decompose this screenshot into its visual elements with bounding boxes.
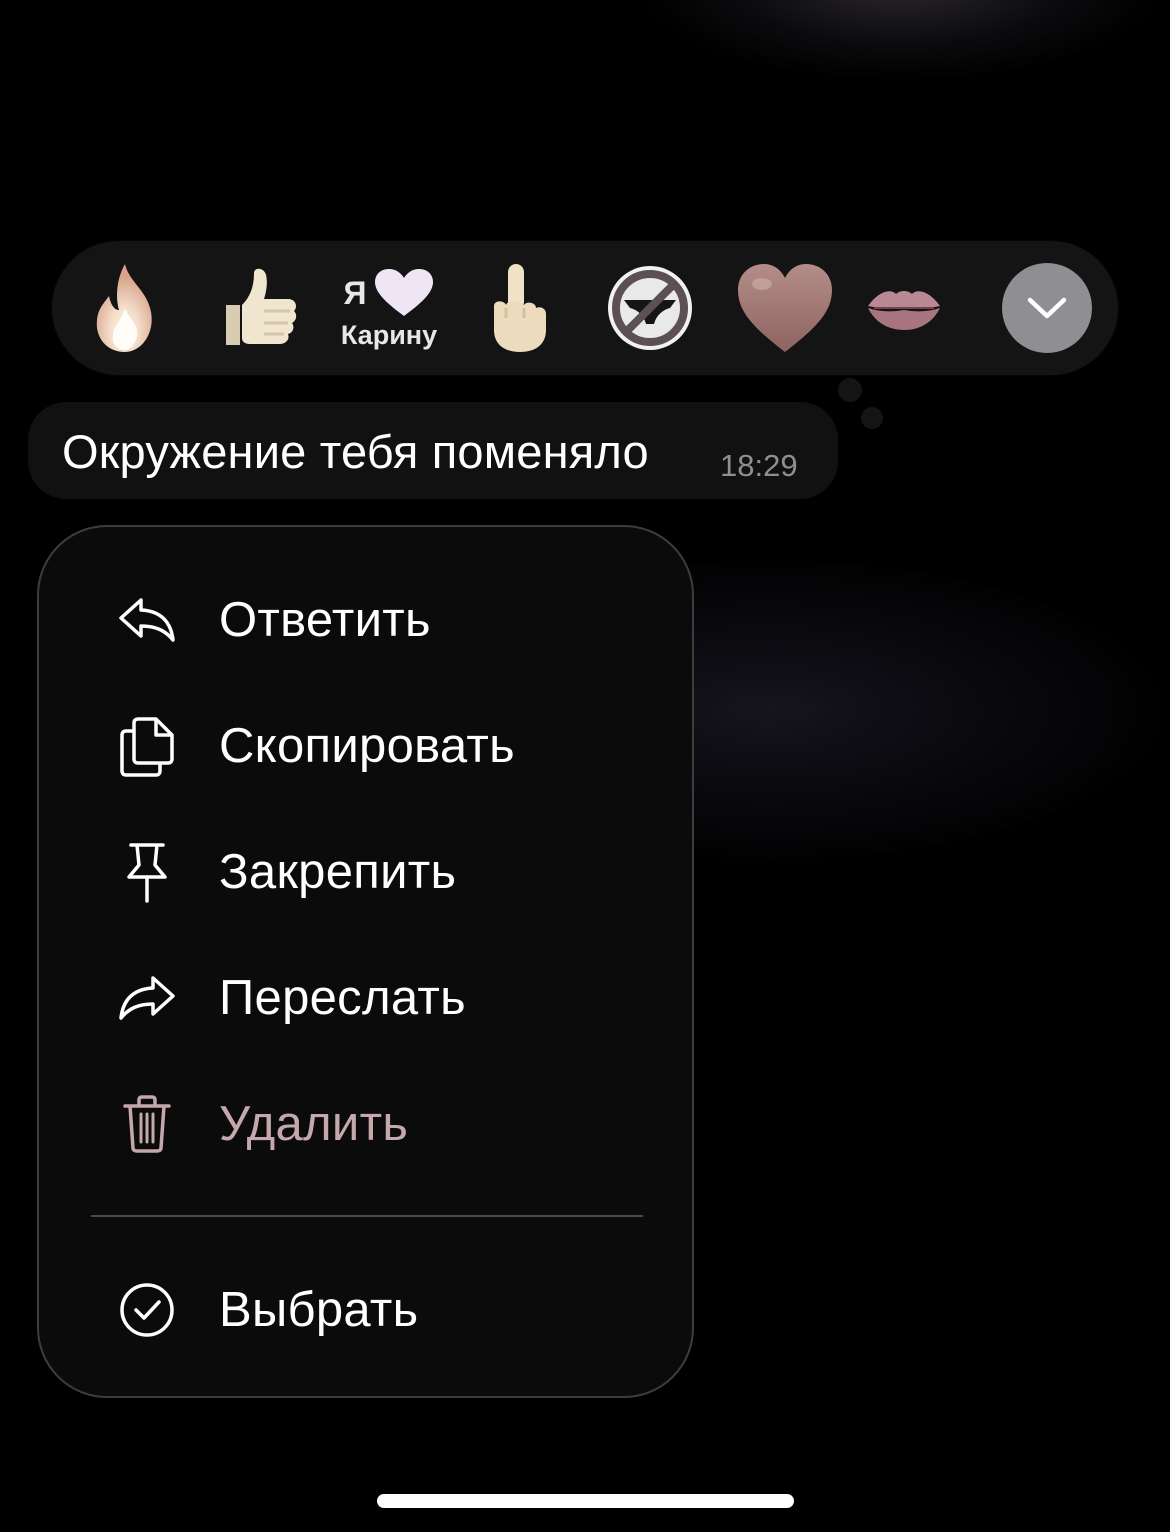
message-text: Окружение тебя поменяло: [62, 425, 649, 478]
menu-label-delete: Удалить: [219, 1097, 409, 1151]
heart-icon: [374, 268, 433, 316]
reaction-kiss[interactable]: [864, 241, 944, 375]
heart-icon: [738, 264, 832, 352]
expand-reactions-button[interactable]: [1002, 263, 1092, 353]
prohibited-underwear-icon: [608, 266, 692, 350]
menu-label-reply: Ответить: [219, 593, 431, 647]
background-glow-top: [640, 0, 1160, 80]
reaction-ya-letter: Я: [343, 274, 367, 311]
menu-item-select[interactable]: Выбрать: [39, 1255, 692, 1365]
reaction-ya-love-karinu[interactable]: Я Карину: [334, 241, 444, 375]
reaction-middle-finger[interactable]: [470, 241, 560, 375]
thumbs-up-icon: [226, 268, 297, 345]
middle-finger-icon: [494, 264, 546, 352]
reaction-bubble-tail-small: [861, 407, 883, 429]
copy-icon: [115, 714, 179, 778]
fire-icon: [96, 264, 152, 352]
menu-label-forward: Переслать: [219, 971, 466, 1025]
reaction-thumbs-up[interactable]: [212, 241, 302, 375]
reaction-bar: Я Карину: [52, 241, 1118, 375]
reply-icon: [115, 588, 179, 652]
check-circle-icon: [115, 1278, 179, 1342]
message-timestamp: 18:29: [720, 448, 798, 483]
reaction-heart[interactable]: [736, 241, 834, 375]
reaction-karinu-label: Карину: [340, 319, 438, 350]
chevron-down-icon: [1027, 297, 1067, 319]
pin-icon: [115, 840, 179, 904]
message-bubble[interactable]: Окружение тебя поменяло 18:29: [28, 402, 838, 499]
menu-divider: [91, 1215, 643, 1217]
context-menu: Ответить Скопировать Закрепить Переслать: [37, 525, 694, 1398]
home-indicator[interactable]: [377, 1494, 794, 1508]
reaction-no-underwear[interactable]: [604, 241, 696, 375]
menu-item-forward[interactable]: Переслать: [39, 943, 692, 1053]
reaction-bubble-tail-large: [838, 378, 862, 402]
trash-icon: [115, 1092, 179, 1156]
menu-label-pin: Закрепить: [219, 845, 457, 899]
menu-label-select: Выбрать: [219, 1283, 419, 1337]
menu-item-pin[interactable]: Закрепить: [39, 817, 692, 927]
menu-item-delete[interactable]: Удалить: [39, 1069, 692, 1179]
menu-item-reply[interactable]: Ответить: [39, 565, 692, 675]
menu-label-copy: Скопировать: [219, 719, 515, 773]
reaction-fire[interactable]: [80, 241, 170, 375]
forward-icon: [115, 966, 179, 1030]
menu-item-copy[interactable]: Скопировать: [39, 691, 692, 801]
lips-icon: [868, 291, 940, 330]
